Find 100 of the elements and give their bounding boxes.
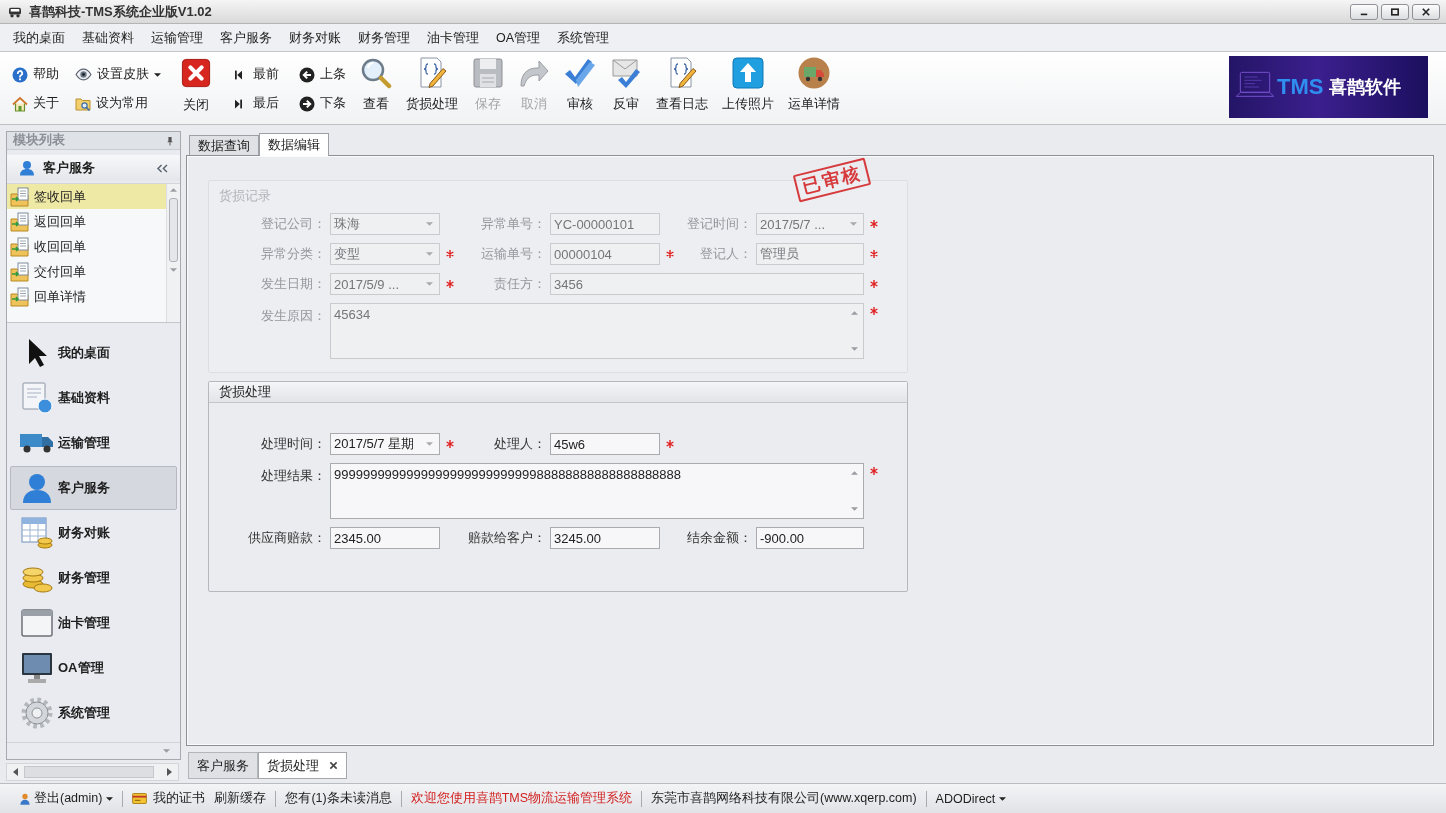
toolbar-button[interactable]: 查看 — [356, 52, 396, 113]
close-button[interactable]: 关闭 — [177, 52, 215, 114]
connection-dropdown[interactable]: ADODirect — [935, 791, 1007, 806]
envelope-check-icon — [610, 57, 642, 89]
close-icon — [181, 58, 211, 88]
caret-icon — [426, 282, 433, 286]
scrollbar[interactable] — [166, 184, 180, 322]
caret-icon — [999, 796, 1007, 801]
scrollbar[interactable] — [6, 763, 179, 781]
menu-item[interactable]: 财务管理 — [350, 26, 418, 49]
toolbar-button[interactable]: 运单详情 — [784, 52, 844, 113]
field-label: 登记时间： — [686, 215, 753, 233]
toolbar-button[interactable]: 上条 — [297, 60, 348, 89]
toolbar-button[interactable]: 反审 — [606, 52, 646, 113]
text-area[interactable]: 999999999999999999999999999988888888888888888888 — [330, 463, 864, 519]
menu-item[interactable]: 系统管理 — [549, 26, 618, 49]
scroll-down-icon[interactable] — [170, 268, 177, 272]
text-field[interactable]: 2345.00 — [330, 527, 440, 549]
toolbar-button[interactable]: 设为常用 — [73, 89, 163, 118]
toolbar-button[interactable]: 上传照片 — [718, 52, 778, 113]
caret-icon — [106, 796, 114, 801]
toolbar-button[interactable]: 帮助 — [10, 60, 61, 89]
menu-item[interactable]: 财务对账 — [281, 26, 349, 49]
scroll-up-icon[interactable] — [170, 188, 177, 192]
collapse-icon[interactable] — [156, 163, 168, 173]
maximize-icon — [1390, 7, 1400, 16]
maximize-button[interactable] — [1381, 3, 1409, 20]
user-icon — [19, 160, 35, 176]
field-label: 异常单号： — [480, 215, 547, 233]
toolbar-button[interactable]: 审核 — [560, 52, 600, 113]
field-label: 供应商赔款： — [247, 529, 327, 547]
field-label: 运输单号： — [480, 245, 547, 263]
text-field[interactable]: 45w6 — [550, 433, 660, 455]
menu-item[interactable]: 客户服务 — [212, 26, 280, 49]
status-link[interactable]: 您有(1)条未读消息 — [285, 790, 392, 807]
group-title: 货损处理 — [209, 382, 907, 403]
toolbar-button[interactable]: 货损处理 — [402, 52, 462, 113]
toolbar-button[interactable]: 最后 — [231, 89, 281, 118]
tab[interactable]: 客户服务 — [188, 752, 258, 779]
field-label: 登记人： — [699, 245, 753, 263]
truck-icon — [798, 57, 830, 89]
scroll-left-icon[interactable] — [13, 768, 18, 776]
skip-first-icon — [235, 69, 242, 80]
user-icon — [20, 792, 30, 805]
module-button[interactable]: 油卡管理 — [10, 601, 177, 645]
status-link[interactable]: 刷新缓存 — [214, 790, 267, 807]
module-button[interactable]: 客户服务 — [10, 466, 177, 510]
panel-title: 模块列表 — [13, 132, 65, 149]
welcome-text: 欢迎您使用喜鹊TMS物流运输管理系统 — [410, 790, 633, 807]
scroll-down-icon[interactable] — [163, 749, 170, 753]
combo-field[interactable]: 2017/5/7 星期 — [330, 433, 440, 455]
arrow-left-circle-icon — [299, 66, 315, 83]
toolbar-button[interactable]: 关于 — [10, 89, 61, 118]
toolbar-button[interactable]: 下条 — [297, 89, 348, 118]
module-button[interactable]: 运输管理 — [10, 421, 177, 465]
cursor-icon — [27, 338, 47, 368]
list-item[interactable]: 收回回单 — [7, 234, 166, 259]
menu-item[interactable]: 基础资料 — [74, 26, 142, 49]
approval-stamp: 已审核 — [792, 157, 872, 203]
text-field[interactable]: -900.00 — [756, 527, 864, 549]
scrollbar-thumb[interactable] — [24, 766, 154, 778]
company-text: 东莞市喜鹊网络科技有限公司(www.xqerp.com) — [651, 790, 917, 807]
card-icon — [132, 793, 148, 804]
scroll-right-icon[interactable] — [167, 768, 172, 776]
tab[interactable]: 数据查询 — [189, 135, 259, 155]
list-item[interactable]: 回单详情 — [7, 284, 166, 309]
list-item[interactable]: 返回回单 — [7, 209, 166, 234]
close-icon[interactable] — [329, 761, 338, 770]
close-icon — [1421, 7, 1431, 16]
menu-item[interactable]: 运输管理 — [143, 26, 211, 49]
module-button[interactable]: 财务对账 — [10, 511, 177, 555]
certificate-button[interactable]: 我的证书 — [132, 790, 206, 807]
tab[interactable]: 货损处理 — [258, 752, 347, 779]
module-button[interactable]: 财务管理 — [10, 556, 177, 600]
text-field[interactable]: 3245.00 — [550, 527, 660, 549]
scroll-down-icon[interactable] — [851, 507, 858, 511]
list-item[interactable]: 交付回单 — [7, 259, 166, 284]
group-title: 客户服务 — [43, 159, 95, 177]
module-button[interactable]: OA管理 — [10, 646, 177, 690]
list-item[interactable]: 签收回单 — [7, 184, 166, 209]
menu-item[interactable]: 油卡管理 — [419, 26, 487, 49]
menu-item[interactable]: OA管理 — [488, 26, 549, 49]
menu-item[interactable]: 我的桌面 — [5, 26, 73, 49]
module-button[interactable]: 我的桌面 — [10, 331, 177, 375]
field-label: 异常分类： — [260, 245, 327, 263]
folder-document-icon — [10, 186, 30, 207]
pin-icon[interactable] — [166, 135, 174, 146]
field-label: 登记公司： — [260, 215, 327, 233]
tab[interactable]: 数据编辑 — [259, 133, 329, 156]
scroll-up-icon[interactable] — [851, 471, 858, 475]
toolbar-button[interactable]: 最前 — [231, 60, 281, 89]
module-button[interactable]: 系统管理 — [10, 691, 177, 735]
scrollbar-thumb[interactable] — [169, 198, 178, 262]
logout-button[interactable]: 登出(admin) — [20, 790, 114, 807]
logo-text: TMS — [1277, 74, 1324, 100]
close-button[interactable] — [1412, 3, 1440, 20]
field-label: 赔款给客户： — [467, 529, 547, 547]
toolbar-button[interactable]: 查看日志 — [652, 52, 712, 113]
toolbar-button[interactable]: 设置皮肤 — [73, 60, 163, 89]
module-button[interactable]: 基础资料 — [10, 376, 177, 420]
